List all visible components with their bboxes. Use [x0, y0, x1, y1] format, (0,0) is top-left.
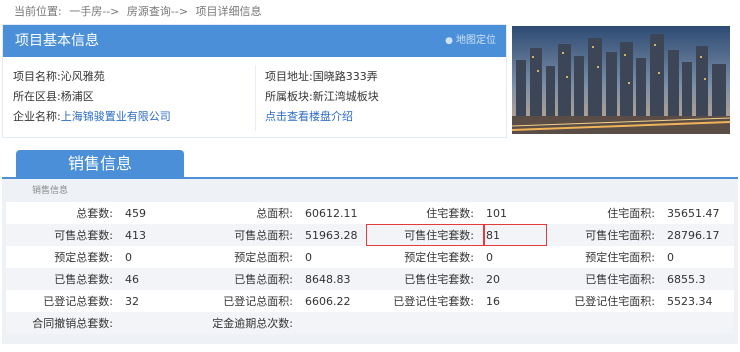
reserved-area-value: 0	[303, 246, 366, 268]
table-row: 合同撤销总套数: 定金逾期总次数:	[6, 312, 734, 334]
breadcrumb-current-label: 当前位置:	[14, 5, 62, 18]
project-name-value: 沁风雅苑	[60, 70, 105, 83]
breadcrumb: 当前位置: 一手房--> 房源查询--> 项目详细信息	[14, 4, 266, 20]
sold-area-label: 已售总面积:	[186, 268, 303, 290]
registered-area-value: 6606.22	[303, 290, 366, 312]
city-skyline-image	[512, 26, 730, 134]
block-row: 所属板块:新江湾城板块	[265, 87, 505, 107]
table-row: 预定总套数: 0 预定总面积: 0 预定住宅套数: 0 预定住宅面积: 0	[6, 246, 734, 268]
project-name-row: 项目名称:沁风雅苑	[13, 67, 253, 87]
project-info-left: 项目名称:沁风雅苑 所在区县:杨浦区 企业名称:上海锦骏置业有限公司	[13, 67, 253, 127]
table-row: 已售总套数: 46 已售总面积: 8648.83 已售住宅套数: 20 已售住宅面积:…	[6, 268, 734, 290]
breadcrumb-link-search[interactable]: 房源查询-->	[127, 5, 188, 18]
reserved-residential-area-label: 预定住宅面积:	[547, 246, 665, 268]
sold-residential-units-label: 已售住宅套数:	[366, 268, 484, 290]
residential-units-label: 住宅套数:	[366, 202, 484, 224]
residential-area-label: 住宅面积:	[547, 202, 665, 224]
available-units-value: 413	[123, 224, 186, 246]
registered-residential-units-value: 16	[484, 290, 547, 312]
empty-cell	[665, 312, 734, 334]
address-label: 项目地址:	[265, 70, 313, 83]
total-units-value: 459	[123, 202, 186, 224]
company-row: 企业名称:上海锦骏置业有限公司	[13, 107, 253, 127]
residential-units-value: 101	[484, 202, 547, 224]
project-info-card: 项目基本信息 ● 地图定位 项目名称:沁风雅苑 所在区县:杨浦区 企业名称:上海锦…	[2, 24, 507, 138]
map-location-link[interactable]: ● 地图定位	[445, 25, 496, 57]
contract-cancel-units-label: 合同撤销总套数:	[6, 312, 123, 334]
deposit-overdue-count-label: 定金逾期总次数:	[186, 312, 303, 334]
registered-residential-units-label: 已登记住宅套数:	[366, 290, 484, 312]
sold-residential-area-value: 6855.3	[665, 268, 734, 290]
reserved-residential-units-value: 0	[484, 246, 547, 268]
block-label: 所属板块:	[265, 90, 313, 103]
total-area-label: 总面积:	[186, 202, 303, 224]
available-residential-units-value: 81	[484, 224, 547, 246]
deposit-overdue-count-value	[303, 312, 366, 334]
empty-cell	[366, 312, 484, 334]
table-row: 可售总套数: 413 可售总面积: 51963.28 可售住宅套数: 81 可售住宅面…	[6, 224, 734, 246]
company-link[interactable]: 上海锦骏置业有限公司	[61, 110, 171, 123]
sold-residential-units-value: 20	[484, 268, 547, 290]
reserved-units-value: 0	[123, 246, 186, 268]
district-label: 所在区县:	[13, 90, 61, 103]
intro-row: 点击查看楼盘介绍	[265, 107, 505, 127]
project-name-label: 项目名称:	[13, 70, 61, 83]
project-info-title: 项目基本信息	[15, 33, 99, 49]
reserved-residential-area-value: 0	[665, 246, 734, 268]
reserved-residential-units-label: 预定住宅套数:	[366, 246, 484, 268]
sold-residential-area-label: 已售住宅面积:	[547, 268, 665, 290]
reserved-units-label: 预定总套数:	[6, 246, 123, 268]
project-photo	[512, 26, 730, 134]
contract-cancel-units-value	[123, 312, 186, 334]
sales-subtitle: 销售信息	[32, 186, 69, 196]
reserved-area-label: 预定总面积:	[186, 246, 303, 268]
tab-sales-info[interactable]: 销售信息	[16, 150, 184, 178]
info-divider	[255, 65, 256, 131]
registered-residential-area-label: 已登记住宅面积:	[547, 290, 665, 312]
table-row: 总套数: 459 总面积: 60612.11 住宅套数: 101 住宅面积: 35651…	[6, 202, 734, 224]
total-area-value: 60612.11	[303, 202, 366, 224]
available-residential-area-label: 可售住宅面积:	[547, 224, 665, 246]
registered-units-value: 32	[123, 290, 186, 312]
map-pin-icon: ●	[445, 36, 453, 46]
sales-table: 总套数: 459 总面积: 60612.11 住宅套数: 101 住宅面积: 35651…	[6, 202, 734, 334]
available-residential-units-label: 可售住宅套数:	[366, 224, 484, 246]
address-value: 国晓路333弄	[312, 70, 378, 83]
project-intro-link[interactable]: 点击查看楼盘介绍	[265, 110, 353, 123]
map-location-label: 地图定位	[456, 35, 496, 46]
sold-area-value: 8648.83	[303, 268, 366, 290]
sold-units-value: 46	[123, 268, 186, 290]
total-units-label: 总套数:	[6, 202, 123, 224]
available-residential-area-value: 28796.17	[665, 224, 734, 246]
company-label: 企业名称:	[13, 110, 61, 123]
available-area-label: 可售总面积:	[186, 224, 303, 246]
residential-area-value: 35651.47	[665, 202, 734, 224]
registered-units-label: 已登记总套数:	[6, 290, 123, 312]
address-row: 项目地址:国晓路333弄	[265, 67, 505, 87]
registered-residential-area-value: 5523.34	[665, 290, 734, 312]
breadcrumb-page: 项目详细信息	[195, 5, 262, 18]
empty-cell	[484, 312, 547, 334]
project-info-header: 项目基本信息 ● 地图定位	[3, 25, 506, 57]
sold-units-label: 已售总套数:	[6, 268, 123, 290]
breadcrumb-link-new-house[interactable]: 一手房-->	[69, 5, 119, 18]
district-value: 杨浦区	[60, 90, 94, 103]
available-units-label: 可售总套数:	[6, 224, 123, 246]
table-row: 已登记总套数: 32 已登记总面积: 6606.22 已登记住宅套数: 16 已登记住…	[6, 290, 734, 312]
empty-cell	[547, 312, 665, 334]
project-info-right: 项目地址:国晓路333弄 所属板块:新江湾城板块 点击查看楼盘介绍	[265, 67, 505, 127]
registered-area-label: 已登记总面积:	[186, 290, 303, 312]
block-value: 新江湾城板块	[312, 90, 379, 103]
district-row: 所在区县:杨浦区	[13, 87, 253, 107]
available-area-value: 51963.28	[303, 224, 366, 246]
